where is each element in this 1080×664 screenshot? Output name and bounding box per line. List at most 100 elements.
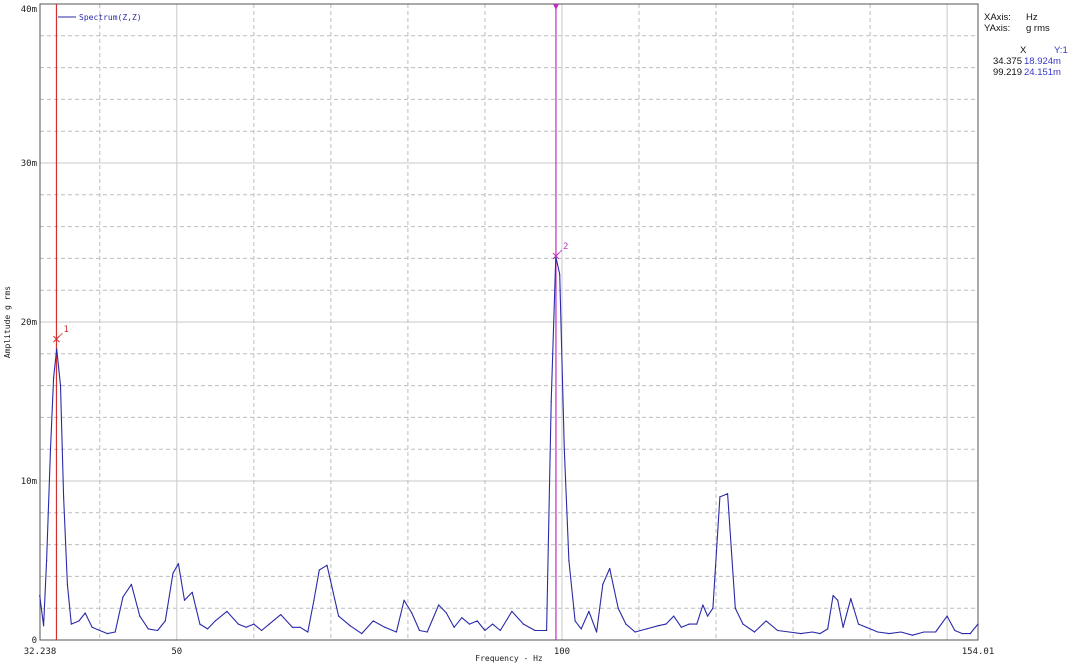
cursor-1-y: 18.924m xyxy=(1024,56,1061,67)
spectrum-chart: 0 10m 20m 30m 40m 32.238 50 100 154.01 Amplitud… xyxy=(3,3,995,663)
series-point xyxy=(476,620,478,622)
series-point xyxy=(522,623,525,625)
y-tick-label: 40m xyxy=(21,5,37,15)
x-tick-label: 50 xyxy=(171,647,182,657)
series-point xyxy=(580,628,582,630)
series-point xyxy=(66,583,69,585)
series-point xyxy=(52,377,55,379)
series-point xyxy=(688,623,690,625)
series-point xyxy=(702,604,704,606)
series-point xyxy=(445,612,448,614)
series-line xyxy=(39,256,979,636)
series-point xyxy=(680,626,682,628)
cursor-row-2: 99.219 24.151m xyxy=(984,67,1076,78)
series-point xyxy=(492,623,494,625)
series-point xyxy=(78,620,80,622)
series-point xyxy=(832,594,834,597)
series-point xyxy=(130,583,132,585)
series-point xyxy=(49,448,52,450)
series-point xyxy=(199,623,201,625)
series-point xyxy=(719,496,721,498)
series-point xyxy=(969,633,971,635)
series-point xyxy=(499,629,501,632)
series-point xyxy=(384,626,386,628)
cursor-1-x: 34.375 xyxy=(992,56,1022,67)
series-point xyxy=(42,625,45,627)
y-tick-label: 20m xyxy=(21,318,37,328)
series-point xyxy=(888,633,890,635)
cursor-handle-2 xyxy=(552,4,559,10)
series-point xyxy=(337,615,340,617)
x-axis-title: Frequency - Hz xyxy=(475,654,543,663)
series-layer: 12 xyxy=(39,242,979,636)
series-point xyxy=(657,625,659,627)
series-point xyxy=(534,629,536,632)
series-point xyxy=(207,628,209,630)
series-point xyxy=(426,631,428,633)
series-point xyxy=(800,633,802,635)
legend: Spectrum(Z,Z) xyxy=(58,13,142,22)
series-point xyxy=(438,604,440,606)
series-point xyxy=(349,625,351,627)
y-tick-labels: 0 10m 20m 30m 40m xyxy=(21,5,37,646)
series-point xyxy=(961,633,964,635)
series-point xyxy=(777,629,779,632)
cursor-label-1: 1 xyxy=(63,325,68,335)
series-point xyxy=(307,631,309,633)
x-tick-label: 154.01 xyxy=(962,647,995,657)
series-point xyxy=(46,559,48,562)
series-point xyxy=(395,631,397,633)
series-point xyxy=(545,629,548,632)
series-point xyxy=(237,623,240,625)
series-point xyxy=(837,599,839,601)
series-point xyxy=(559,273,561,275)
series-point xyxy=(742,623,744,625)
series-point xyxy=(106,633,109,635)
series-point xyxy=(70,623,72,625)
series-point xyxy=(977,623,979,625)
series-point xyxy=(268,623,270,625)
series-point xyxy=(617,607,619,609)
series-point xyxy=(372,620,374,622)
series-point xyxy=(99,629,101,632)
series-point xyxy=(934,631,937,633)
axis-info-panel: XAxis: Hz YAxis: g rms X Y:1 34.375 18.9… xyxy=(984,12,1076,78)
series-point xyxy=(665,623,667,625)
series-point xyxy=(588,610,590,612)
series-point xyxy=(596,631,598,633)
y-axis-title: Amplitude g rms xyxy=(3,286,12,358)
y-tick-label: 0 xyxy=(32,636,37,646)
series-point xyxy=(291,626,293,628)
x-tick-label: 32.238 xyxy=(24,647,57,657)
series-point xyxy=(214,620,216,622)
series-point xyxy=(326,564,328,566)
series-point xyxy=(59,385,62,387)
series-point xyxy=(191,591,193,593)
series-point xyxy=(788,631,790,633)
series-point xyxy=(484,629,486,632)
series-point xyxy=(461,617,463,619)
series-point xyxy=(172,572,174,574)
series-point xyxy=(911,634,914,636)
series-point xyxy=(361,633,363,635)
series-point xyxy=(574,620,576,622)
grid-lines xyxy=(40,4,978,640)
cursor-2-x: 99.219 xyxy=(992,67,1022,78)
series-point xyxy=(625,623,627,625)
series-point xyxy=(122,596,124,598)
series-point xyxy=(827,628,829,630)
series-point xyxy=(923,631,925,633)
series-point xyxy=(712,607,714,609)
series-point xyxy=(734,607,736,609)
series-point xyxy=(84,612,86,614)
series-point xyxy=(706,615,709,617)
series-point xyxy=(842,626,844,628)
series-point xyxy=(568,559,570,562)
series-point xyxy=(468,623,471,625)
series-point xyxy=(156,629,159,632)
y-axis-info-label: YAxis: xyxy=(984,23,1011,34)
series-point xyxy=(299,626,301,628)
series-point xyxy=(946,615,948,617)
series-point xyxy=(139,615,141,617)
series-point xyxy=(900,631,902,633)
